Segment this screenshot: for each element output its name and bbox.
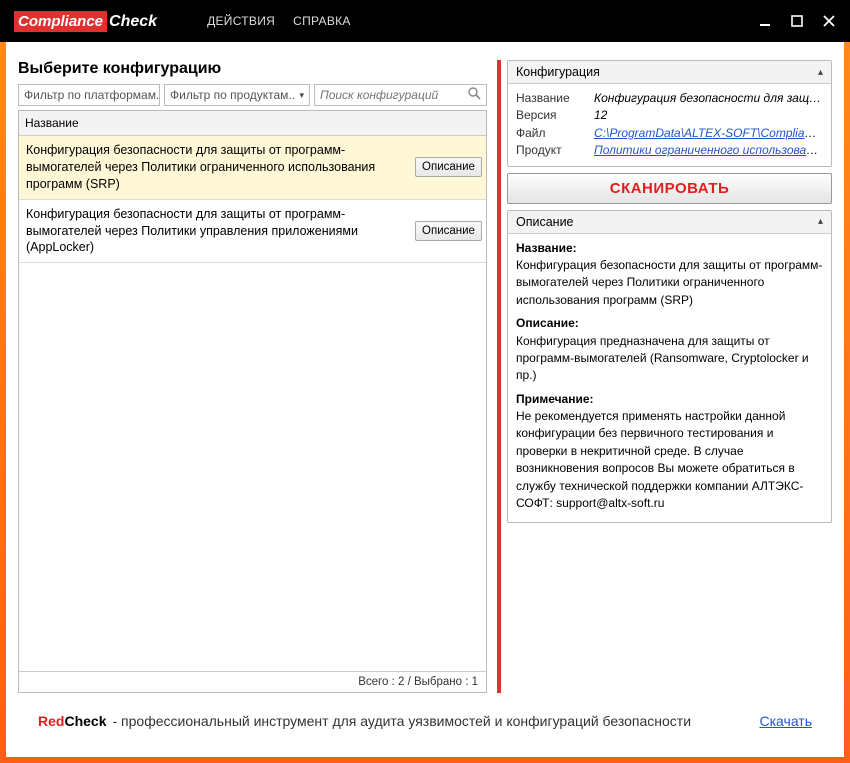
left-pane: Выберите конфигурацию Фильтр по платформ… xyxy=(18,60,487,693)
close-icon[interactable] xyxy=(822,14,836,28)
table-footer: Всего : 2 / Выбрано : 1 xyxy=(19,671,486,692)
chevron-down-icon: ▾ xyxy=(299,90,304,101)
search-input[interactable] xyxy=(320,88,468,102)
chevron-up-icon: ▴ xyxy=(818,67,823,78)
app-logo: Compliance Check xyxy=(14,11,157,32)
row-btn-cell: Описание xyxy=(411,200,486,263)
row-btn-cell: Описание xyxy=(411,136,486,199)
kv-val-name: Конфигурация безопасности для защиты от.… xyxy=(594,90,823,107)
desc-name-text: Конфигурация безопасности для защиты от … xyxy=(516,257,823,309)
config-panel-header[interactable]: Конфигурация ▴ xyxy=(508,61,831,84)
chevron-up-icon: ▴ xyxy=(818,216,823,227)
desc-name-title: Название: xyxy=(516,240,823,257)
kv-key-version: Версия xyxy=(516,107,584,124)
table-row[interactable]: Конфигурация безопасности для защиты от … xyxy=(19,200,486,264)
app-window: Compliance Check ДЕЙСТВИЯ СПРАВКА Выбери… xyxy=(0,0,850,763)
filter-product-dropdown[interactable]: Фильтр по продуктам.. ▾ xyxy=(164,84,310,106)
main-menu: ДЕЙСТВИЯ СПРАВКА xyxy=(207,14,351,28)
menu-actions[interactable]: ДЕЙСТВИЯ xyxy=(207,14,275,28)
footer-brand: RedCheck xyxy=(38,713,106,729)
logo-text: Check xyxy=(109,13,157,31)
desc-desc-title: Описание: xyxy=(516,315,823,332)
row-name: Конфигурация безопасности для защиты от … xyxy=(19,200,411,263)
footer-download-link[interactable]: Скачать xyxy=(760,713,813,729)
kv-row: Продукт Политики ограниченного использов… xyxy=(516,142,823,159)
desc-desc-text: Конфигурация предназначена для защиты от… xyxy=(516,333,823,385)
search-box[interactable] xyxy=(314,84,487,106)
kv-val-file-link[interactable]: C:\ProgramData\ALTEX-SOFT\ComplianceChec… xyxy=(594,126,823,140)
description-panel-title: Описание xyxy=(516,215,574,229)
kv-key-file: Файл xyxy=(516,125,584,142)
footer-brand-black: Check xyxy=(64,713,106,729)
kv-row: Файл C:\ProgramData\ALTEX-SOFT\Complianc… xyxy=(516,125,823,142)
maximize-icon[interactable] xyxy=(790,14,804,28)
footer-brand-red: Red xyxy=(38,713,64,729)
content-area: Выберите конфигурацию Фильтр по платформ… xyxy=(6,42,844,757)
kv-key-product: Продукт xyxy=(516,142,584,159)
kv-row: Версия 12 xyxy=(516,107,823,124)
description-panel-body: Название: Конфигурация безопасности для … xyxy=(508,234,831,523)
description-button[interactable]: Описание xyxy=(415,221,482,241)
kv-key-name: Название xyxy=(516,90,584,107)
filter-platform-label: Фильтр по платформам.. xyxy=(24,88,160,102)
kv-val-version: 12 xyxy=(594,107,823,124)
footer: RedCheck - профессиональный инструмент д… xyxy=(24,703,826,739)
scan-button[interactable]: СКАНИРОВАТЬ xyxy=(507,173,832,204)
panes: Выберите конфигурацию Фильтр по платформ… xyxy=(18,60,832,693)
search-icon[interactable] xyxy=(468,87,481,103)
filter-product-label: Фильтр по продуктам.. xyxy=(170,88,295,102)
menu-help[interactable]: СПРАВКА xyxy=(293,14,351,28)
row-name: Конфигурация безопасности для защиты от … xyxy=(19,136,411,199)
config-panel: Конфигурация ▴ Название Конфигурация без… xyxy=(507,60,832,167)
filter-row: Фильтр по платформам.. ▾ Фильтр по проду… xyxy=(18,84,487,106)
table-row[interactable]: Конфигурация безопасности для защиты от … xyxy=(19,136,486,200)
kv-row: Название Конфигурация безопасности для з… xyxy=(516,90,823,107)
table-header-name[interactable]: Название xyxy=(19,111,486,136)
table-body: Конфигурация безопасности для защиты от … xyxy=(19,136,486,671)
desc-note-title: Примечание: xyxy=(516,391,823,408)
desc-note-text: Не рекомендуется применять настройки дан… xyxy=(516,408,823,512)
logo-badge: Compliance xyxy=(14,11,107,32)
footer-text: - профессиональный инструмент для аудита… xyxy=(112,713,691,729)
minimize-icon[interactable] xyxy=(758,14,772,28)
titlebar: Compliance Check ДЕЙСТВИЯ СПРАВКА xyxy=(0,0,850,42)
right-pane: Конфигурация ▴ Название Конфигурация без… xyxy=(497,60,832,693)
description-panel-header[interactable]: Описание ▴ xyxy=(508,211,831,234)
page-title: Выберите конфигурацию xyxy=(18,60,487,78)
filter-platform-dropdown[interactable]: Фильтр по платформам.. ▾ xyxy=(18,84,160,106)
description-panel: Описание ▴ Название: Конфигурация безопа… xyxy=(507,210,832,524)
window-controls xyxy=(758,14,836,28)
description-button[interactable]: Описание xyxy=(415,157,482,177)
config-table: Название Конфигурация безопасности для з… xyxy=(18,110,487,693)
config-panel-body: Название Конфигурация безопасности для з… xyxy=(508,84,831,166)
config-panel-title: Конфигурация xyxy=(516,65,600,79)
kv-val-product-link[interactable]: Политики ограниченного использования... xyxy=(594,143,823,157)
